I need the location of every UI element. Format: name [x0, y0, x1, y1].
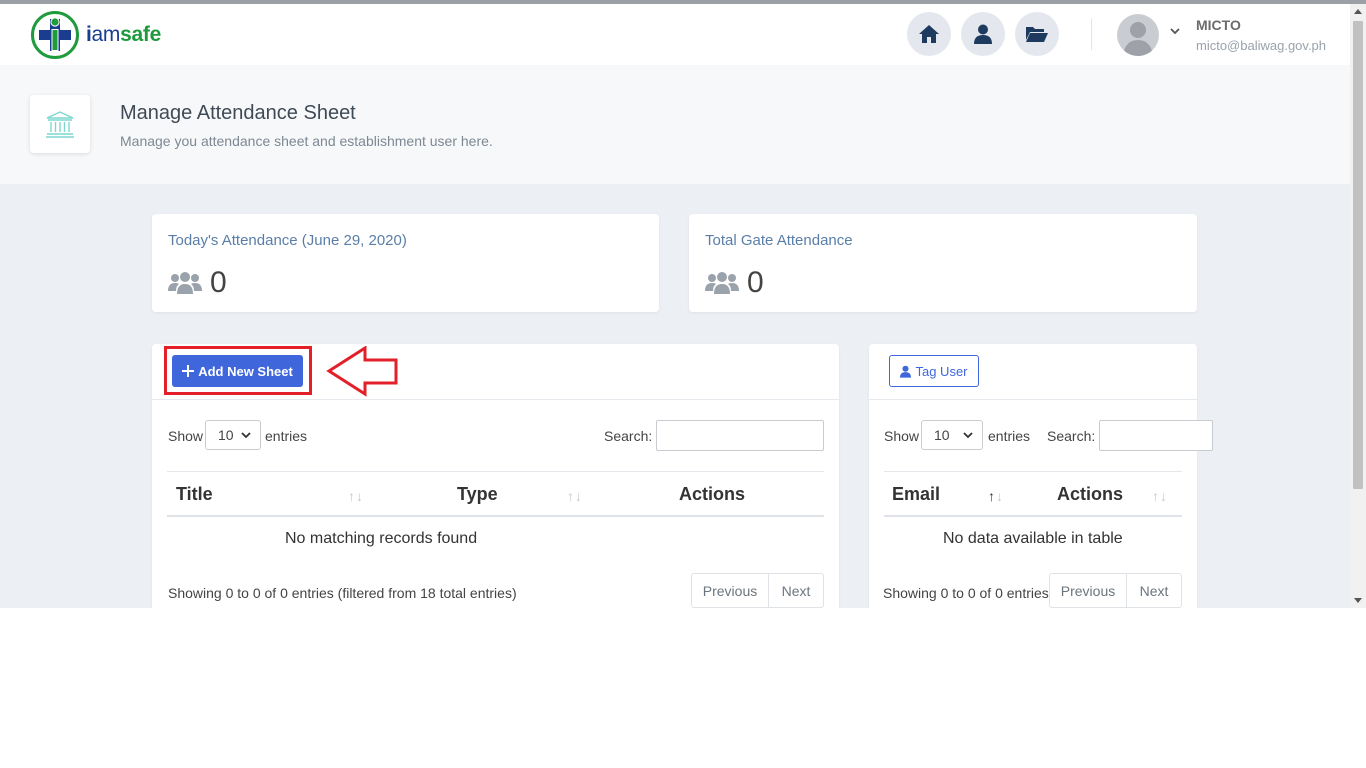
sort-arrows-icon[interactable]: ↑↓ [567, 488, 583, 504]
tag-user-label: Tag User [915, 363, 968, 379]
pagination: Previous Next [691, 573, 824, 608]
scrollbar-thumb[interactable] [1353, 21, 1363, 489]
users-icon [705, 272, 739, 294]
user-email: micto@baliwag.gov.ph [1196, 38, 1327, 53]
page-icon-box [30, 95, 90, 153]
browser-viewport: iamsafe MICTO micto@baliwag.gov.ph Manag… [0, 0, 1366, 608]
avatar[interactable] [1117, 14, 1159, 56]
top-navbar: iamsafe MICTO micto@baliwag.gov.ph [0, 4, 1350, 65]
chevron-down-icon [241, 432, 251, 439]
search-input[interactable] [1099, 420, 1213, 451]
show-label: Show [168, 428, 204, 444]
column-header-actions: Actions [679, 484, 746, 504]
vertical-scrollbar[interactable] [1350, 4, 1366, 608]
table-head-divider [884, 515, 1182, 517]
home-icon [919, 25, 939, 43]
column-header-title[interactable]: Title [176, 484, 213, 505]
table-divider [884, 471, 1182, 472]
empty-table-message: No matching records found [285, 530, 478, 547]
next-page-button[interactable]: Next [1127, 574, 1181, 607]
chevron-down-icon[interactable] [1169, 26, 1181, 36]
stat-title: Today's Attendance (June 29, 2020) [168, 232, 407, 249]
user-icon [974, 24, 992, 44]
user-silhouette-icon [1123, 22, 1153, 56]
previous-page-button[interactable]: Previous [692, 574, 769, 607]
column-header-actions[interactable]: Actions [1057, 484, 1123, 505]
table-info: Showing 0 to 0 of 0 entries (filtered fr… [168, 585, 517, 601]
entries-select-value: 10 [934, 427, 950, 443]
pagination: Previous Next [1049, 573, 1182, 608]
stat-title: Total Gate Attendance [705, 232, 853, 249]
stat-value: 0 [210, 266, 227, 299]
user-icon [900, 365, 912, 378]
user-name: MICTO [1196, 17, 1241, 33]
files-button[interactable] [1015, 12, 1059, 56]
scroll-down-icon[interactable] [1354, 598, 1362, 604]
users-icon [168, 272, 202, 294]
tag-user-button[interactable]: Tag User [889, 355, 979, 387]
tagged-users-panel: Tag User Show 10 entries Search: Email ↑… [869, 344, 1213, 608]
column-header-type[interactable]: Type [457, 484, 498, 505]
todays-attendance-card: Today's Attendance (June 29, 2020) 0 [152, 214, 659, 312]
page-heading: Manage Attendance Sheet Manage you atten… [0, 65, 1350, 184]
page-subtitle: Manage you attendance sheet and establis… [120, 133, 493, 149]
sort-asc-icon[interactable]: ↑↓ [988, 488, 1004, 504]
next-page-button[interactable]: Next [769, 574, 823, 607]
column-header-email[interactable]: Email [892, 484, 940, 505]
arrow-left-icon [326, 346, 398, 397]
profile-button[interactable] [961, 12, 1005, 56]
search-label: Search: [604, 428, 653, 444]
total-gate-attendance-card: Total Gate Attendance 0 [689, 214, 1197, 312]
search-input[interactable] [656, 420, 824, 451]
logo-wordmark: iamsafe [86, 23, 161, 46]
show-label: Show [884, 428, 920, 444]
stat-row: 0 [168, 266, 227, 300]
entries-select-value: 10 [218, 427, 234, 443]
entries-label: entries [265, 428, 308, 444]
table-divider [167, 471, 824, 472]
table-info: Showing 0 to 0 of 0 entries [883, 585, 1049, 601]
scroll-up-icon[interactable] [1354, 8, 1362, 14]
folder-open-icon [1026, 27, 1048, 42]
table-head-divider [167, 515, 824, 517]
sort-arrows-icon[interactable]: ↑↓ [1152, 488, 1168, 504]
search-label: Search: [1047, 428, 1096, 444]
window-top-border [0, 0, 1366, 4]
sort-arrows-icon[interactable]: ↑↓ [348, 488, 364, 504]
entries-select[interactable]: 10 [921, 420, 983, 450]
stat-value: 0 [747, 266, 764, 299]
header-divider [1091, 18, 1092, 50]
entries-label: entries [988, 428, 1031, 444]
logo-mark-icon [31, 11, 79, 59]
home-button[interactable] [907, 12, 951, 56]
highlight-box [164, 346, 312, 395]
stat-row: 0 [705, 266, 764, 300]
entries-select[interactable]: 10 [205, 420, 261, 450]
chevron-down-icon [963, 432, 973, 439]
previous-page-button[interactable]: Previous [1050, 574, 1127, 607]
page-title: Manage Attendance Sheet [120, 102, 356, 124]
bank-icon [46, 111, 74, 138]
app-logo[interactable]: iamsafe [30, 10, 161, 60]
panel-header: Tag User [869, 344, 1197, 400]
empty-table-message: No data available in table [943, 530, 1123, 547]
